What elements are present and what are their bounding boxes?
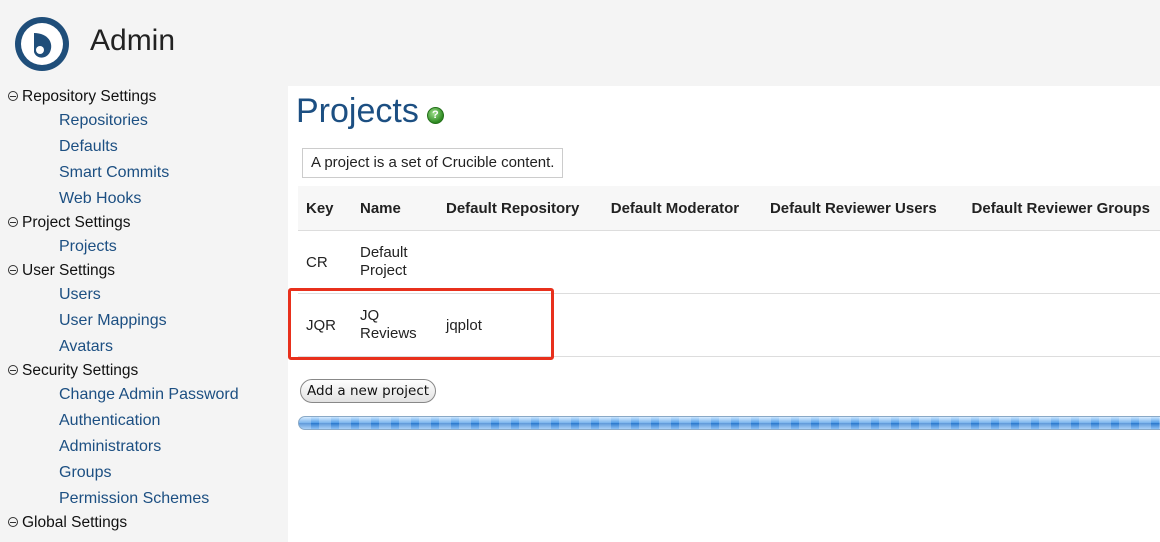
column-header-default-reviewer-groups[interactable]: Default Reviewer Groups: [963, 186, 1160, 231]
sidebar-item-administrators[interactable]: Administrators: [0, 434, 288, 460]
page-title: Projects: [296, 92, 419, 130]
sidebar-item-repositories[interactable]: Repositories: [0, 108, 288, 134]
sidebar-item-user-mappings[interactable]: User Mappings: [0, 308, 288, 334]
cell-default-repository: jqplot: [438, 293, 603, 357]
collapse-icon[interactable]: [8, 365, 18, 375]
cell-default-moderator: [602, 293, 762, 357]
sidebar-section-user-settings[interactable]: User Settings: [0, 260, 288, 282]
collapse-icon[interactable]: [8, 517, 18, 527]
page-description: A project is a set of Crucible content.: [302, 148, 564, 178]
table-row[interactable]: CR Default Project: [298, 230, 1160, 294]
add-new-project-button[interactable]: Add a new project: [300, 379, 437, 403]
sidebar-section-global-settings[interactable]: Global Settings: [0, 512, 288, 534]
cell-default-reviewer-groups: [963, 230, 1160, 294]
column-header-default-moderator[interactable]: Default Moderator: [602, 186, 762, 231]
page-title-row: Projects?: [296, 92, 444, 142]
progress-fill: [299, 417, 1160, 429]
sidebar-item-web-hooks[interactable]: Web Hooks: [0, 186, 288, 212]
app-title: Admin: [90, 24, 176, 57]
cell-default-reviewer-users: [761, 293, 964, 357]
sidebar-section-label: Global Settings: [22, 514, 128, 531]
help-icon[interactable]: ?: [426, 107, 444, 125]
sidebar-item-users[interactable]: Users: [0, 282, 288, 308]
sidebar-item-smart-commits[interactable]: Smart Commits: [0, 160, 288, 186]
table-header-row: Key Name Default Repository Default Moderat…: [298, 186, 1160, 231]
projects-table: Key Name Default Repository Default Moderat…: [298, 186, 1160, 357]
sidebar-section-repository-settings[interactable]: Repository Settings: [0, 86, 288, 108]
progress-bar: [298, 416, 1160, 430]
table-body: CR Default Project JQR JQ Reviews jqplot: [298, 230, 1160, 357]
sidebar: Repository Settings Repositories Defaults S…: [0, 86, 288, 542]
cell-default-reviewer-users: [761, 230, 964, 294]
sidebar-item-permission-schemes[interactable]: Permission Schemes: [0, 486, 288, 512]
crucible-logo-icon[interactable]: [14, 16, 70, 72]
sidebar-section-label: User Settings: [22, 262, 116, 279]
sidebar-item-projects[interactable]: Projects: [0, 234, 288, 260]
column-header-key[interactable]: Key: [298, 186, 352, 231]
sidebar-item-change-admin-password[interactable]: Change Admin Password: [0, 382, 288, 408]
sidebar-item-authentication[interactable]: Authentication: [0, 408, 288, 434]
sidebar-item-avatars[interactable]: Avatars: [0, 334, 288, 360]
sidebar-item-defaults[interactable]: Defaults: [0, 134, 288, 160]
header: Admin: [0, 0, 1160, 86]
cell-key: CR: [298, 230, 352, 294]
cell-default-repository: [438, 230, 603, 294]
main-content: Projects? A project is a set of Crucible…: [288, 86, 1160, 542]
cell-name[interactable]: JQ Reviews: [352, 293, 438, 357]
column-header-name[interactable]: Name: [352, 186, 438, 231]
column-header-default-repository[interactable]: Default Repository: [438, 186, 603, 231]
sidebar-section-label: Repository Settings: [22, 88, 157, 105]
cell-default-moderator: [602, 230, 762, 294]
collapse-icon[interactable]: [8, 217, 18, 227]
sidebar-section-security-settings[interactable]: Security Settings: [0, 360, 288, 382]
cell-default-reviewer-groups: [963, 293, 1160, 357]
sidebar-item-groups[interactable]: Groups: [0, 460, 288, 486]
cell-key: JQR: [298, 293, 352, 357]
sidebar-section-label: Security Settings: [22, 362, 139, 379]
collapse-icon[interactable]: [8, 265, 18, 275]
collapse-icon[interactable]: [8, 91, 18, 101]
column-header-default-reviewer-users[interactable]: Default Reviewer Users: [761, 186, 964, 231]
cell-name[interactable]: Default Project: [352, 230, 438, 294]
sidebar-section-project-settings[interactable]: Project Settings: [0, 212, 288, 234]
sidebar-section-label: Project Settings: [22, 214, 131, 231]
table-row[interactable]: JQR JQ Reviews jqplot: [298, 293, 1160, 357]
